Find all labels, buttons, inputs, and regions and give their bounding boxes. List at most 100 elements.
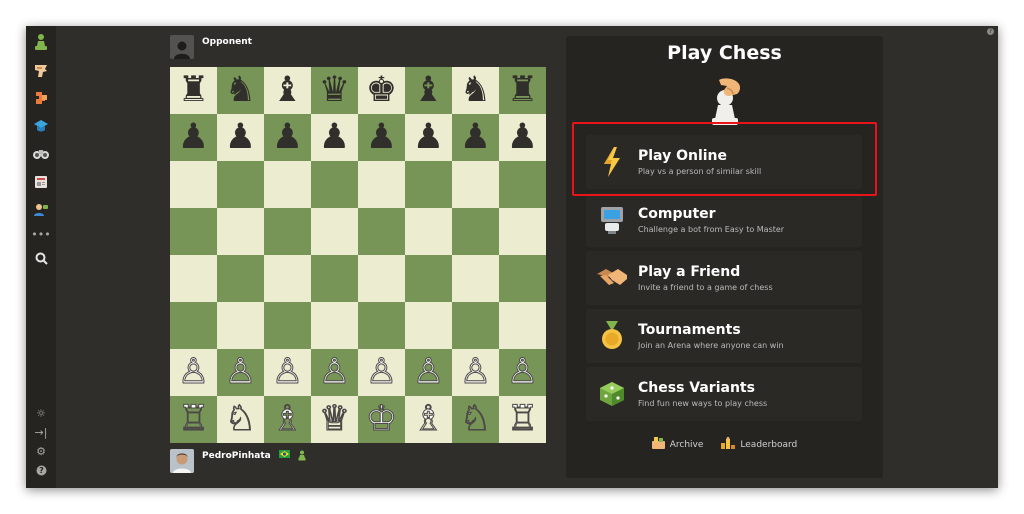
square-b7[interactable]: ♟ <box>217 114 264 161</box>
chessboard[interactable]: ♜ ♞ ♝ ♛ ♚ ♝ ♞ ♜ ♟ ♟ ♟ ♟ ♟ ♟ ♟ ♟ ♙ ♙ ♙ ♙ ♙ ♙ ♙ ♙ ♖ ♘ ♗ ♕ ♔ ♗ ♘ ♖ <box>170 67 546 443</box>
more-icon[interactable]: ••• <box>30 226 52 242</box>
square-c3[interactable] <box>264 302 311 349</box>
chess-variants-button[interactable]: Chess Variants Find fun new ways to play… <box>586 367 862 421</box>
black-piece[interactable]: ♟ <box>319 120 350 155</box>
square-g5[interactable] <box>452 208 499 255</box>
collapse-icon[interactable]: →| <box>30 424 52 440</box>
square-e6[interactable] <box>358 161 405 208</box>
square-d2[interactable]: ♙ <box>311 349 358 396</box>
help-icon[interactable]: ? <box>30 462 52 478</box>
white-piece[interactable]: ♙ <box>506 354 538 390</box>
square-a1[interactable]: ♖ <box>170 396 217 443</box>
opponent-avatar[interactable] <box>170 35 194 59</box>
square-g6[interactable] <box>452 161 499 208</box>
black-piece[interactable]: ♝ <box>413 73 444 108</box>
black-piece[interactable]: ♟ <box>178 120 209 155</box>
opponent-name[interactable]: Opponent <box>202 37 252 47</box>
square-c4[interactable] <box>264 255 311 302</box>
theme-icon[interactable]: ☼ <box>30 405 52 421</box>
square-f7[interactable]: ♟ <box>405 114 452 161</box>
black-piece[interactable]: ♟ <box>225 120 256 155</box>
square-d3[interactable] <box>311 302 358 349</box>
square-c6[interactable] <box>264 161 311 208</box>
white-piece[interactable]: ♖ <box>506 401 538 437</box>
square-f2[interactable]: ♙ <box>405 349 452 396</box>
square-a7[interactable]: ♟ <box>170 114 217 161</box>
square-g1[interactable]: ♘ <box>452 396 499 443</box>
square-e1[interactable]: ♔ <box>358 396 405 443</box>
black-piece[interactable]: ♜ <box>507 73 538 108</box>
black-piece[interactable]: ♟ <box>366 120 397 155</box>
settings-icon[interactable]: ⚙ <box>30 443 52 459</box>
square-b2[interactable]: ♙ <box>217 349 264 396</box>
white-piece[interactable]: ♘ <box>224 401 256 437</box>
square-h3[interactable] <box>499 302 546 349</box>
white-piece[interactable]: ♖ <box>177 401 209 437</box>
square-d5[interactable] <box>311 208 358 255</box>
player-name[interactable]: PedroPinhata <box>202 451 271 461</box>
square-h8[interactable]: ♜ <box>499 67 546 114</box>
square-b8[interactable]: ♞ <box>217 67 264 114</box>
square-f8[interactable]: ♝ <box>405 67 452 114</box>
square-g2[interactable]: ♙ <box>452 349 499 396</box>
white-piece[interactable]: ♙ <box>365 354 397 390</box>
square-c8[interactable]: ♝ <box>264 67 311 114</box>
archive-link[interactable]: Archive <box>651 437 703 452</box>
computer-button[interactable]: Computer Challenge a bot from Easy to Ma… <box>586 193 862 247</box>
white-piece[interactable]: ♙ <box>177 354 209 390</box>
square-c7[interactable]: ♟ <box>264 114 311 161</box>
white-piece[interactable]: ♙ <box>224 354 256 390</box>
square-b6[interactable] <box>217 161 264 208</box>
leaderboard-link[interactable]: Leaderboard <box>721 437 797 452</box>
tournaments-button[interactable]: Tournaments Join an Arena where anyone c… <box>586 309 862 363</box>
white-piece[interactable]: ♙ <box>271 354 303 390</box>
white-piece[interactable]: ♗ <box>271 401 303 437</box>
square-f6[interactable] <box>405 161 452 208</box>
square-f4[interactable] <box>405 255 452 302</box>
black-piece[interactable]: ♟ <box>272 120 303 155</box>
square-d1[interactable]: ♕ <box>311 396 358 443</box>
puzzle-icon[interactable] <box>30 58 52 81</box>
learn-icon[interactable] <box>30 86 52 109</box>
square-d8[interactable]: ♛ <box>311 67 358 114</box>
black-piece[interactable]: ♟ <box>507 120 538 155</box>
search-icon[interactable] <box>30 247 52 270</box>
square-a8[interactable]: ♜ <box>170 67 217 114</box>
lessons-icon[interactable] <box>30 114 52 137</box>
black-piece[interactable]: ♚ <box>366 73 397 108</box>
player-avatar[interactable] <box>170 449 194 473</box>
black-piece[interactable]: ♟ <box>460 120 491 155</box>
square-d4[interactable] <box>311 255 358 302</box>
black-piece[interactable]: ♞ <box>460 73 491 108</box>
square-b1[interactable]: ♘ <box>217 396 264 443</box>
square-d6[interactable] <box>311 161 358 208</box>
square-h7[interactable]: ♟ <box>499 114 546 161</box>
square-e4[interactable] <box>358 255 405 302</box>
square-f3[interactable] <box>405 302 452 349</box>
square-h2[interactable]: ♙ <box>499 349 546 396</box>
square-h1[interactable]: ♖ <box>499 396 546 443</box>
black-piece[interactable]: ♝ <box>272 73 303 108</box>
corner-help-icon[interactable]: ? <box>987 28 994 35</box>
square-f1[interactable]: ♗ <box>405 396 452 443</box>
square-h5[interactable] <box>499 208 546 255</box>
square-a2[interactable]: ♙ <box>170 349 217 396</box>
white-piece[interactable]: ♔ <box>365 401 397 437</box>
pawn-logo-icon[interactable] <box>30 30 52 53</box>
square-f5[interactable] <box>405 208 452 255</box>
news-icon[interactable] <box>30 170 52 193</box>
square-b3[interactable] <box>217 302 264 349</box>
square-g7[interactable]: ♟ <box>452 114 499 161</box>
white-piece[interactable]: ♕ <box>318 401 350 437</box>
black-piece[interactable]: ♟ <box>413 120 444 155</box>
square-b5[interactable] <box>217 208 264 255</box>
square-e3[interactable] <box>358 302 405 349</box>
square-g8[interactable]: ♞ <box>452 67 499 114</box>
white-piece[interactable]: ♙ <box>412 354 444 390</box>
square-g3[interactable] <box>452 302 499 349</box>
black-piece[interactable]: ♞ <box>225 73 256 108</box>
square-e2[interactable]: ♙ <box>358 349 405 396</box>
square-a3[interactable] <box>170 302 217 349</box>
square-c1[interactable]: ♗ <box>264 396 311 443</box>
watch-icon[interactable] <box>30 142 52 165</box>
